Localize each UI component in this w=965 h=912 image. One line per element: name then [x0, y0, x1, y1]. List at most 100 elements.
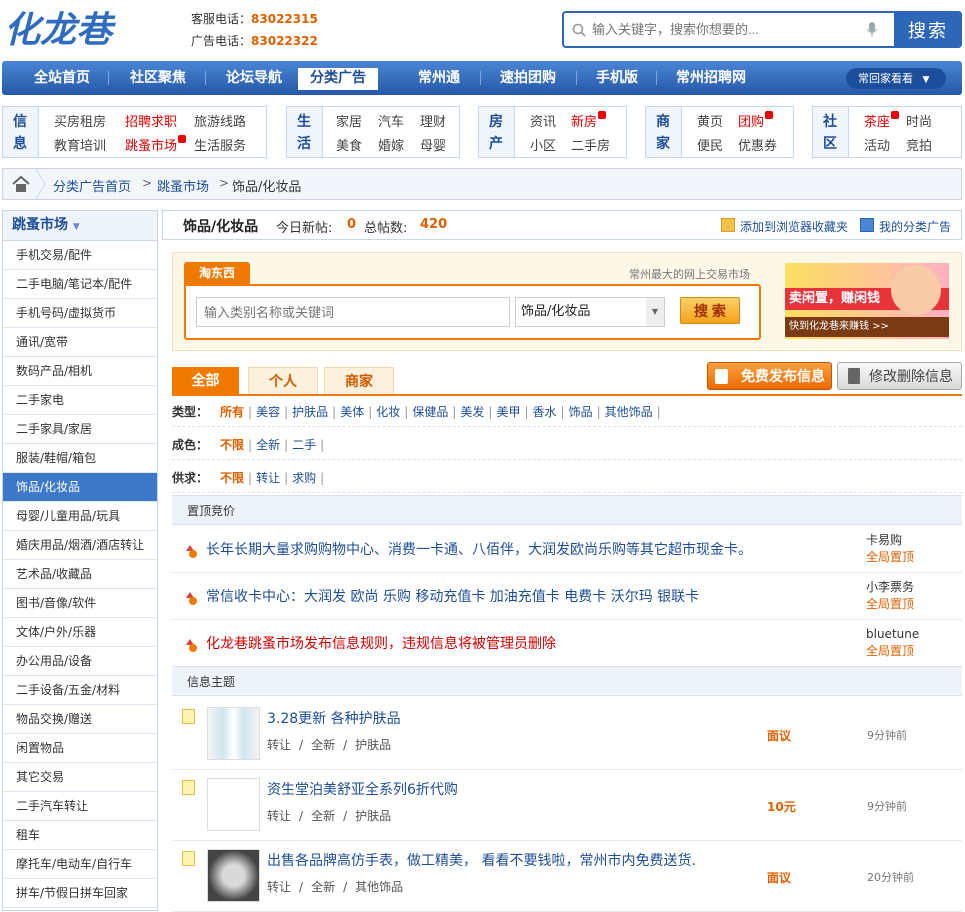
breadcrumb-flea-market[interactable]: 跳蚤市场	[157, 176, 209, 195]
link-home[interactable]: 家居	[336, 111, 362, 130]
sidebar-item[interactable]: 物品交换/赠送	[3, 705, 157, 734]
nav-classified[interactable]: 分类广告	[298, 68, 378, 90]
pinned-user-name[interactable]: 卡易购	[866, 532, 914, 549]
link-group-buy[interactable]: 团购	[738, 111, 774, 130]
pinned-user-name[interactable]: bluetune	[866, 626, 919, 643]
filter-option[interactable]: 美容	[256, 405, 280, 419]
link-second-house[interactable]: 二手房	[571, 135, 610, 154]
filter-option[interactable]: 香水	[533, 405, 557, 419]
promo-banner[interactable]: 卖闲置，赚闲钱 快到化龙巷来赚钱 >>	[785, 263, 949, 339]
filter-option[interactable]: 全新	[256, 438, 280, 452]
search-input[interactable]	[570, 16, 890, 43]
link-travel[interactable]: 旅游线路	[194, 111, 246, 130]
link-events[interactable]: 活动	[864, 135, 890, 154]
keyword-input[interactable]	[196, 297, 510, 327]
item-title-link[interactable]: 资生堂泊美舒亚全系列6折代购	[267, 779, 458, 799]
link-jobs[interactable]: 招聘求职	[125, 111, 177, 130]
sidebar-item[interactable]: 摩托车/电动车/自行车	[3, 850, 157, 879]
category-select[interactable]: 饰品/化妆品 ▼	[515, 297, 665, 327]
sidebar-item[interactable]: 拼车/节假日拼车回家	[3, 879, 157, 908]
pinned-row[interactable]: 常信收卡中心：大润发 欧尚 乐购 移动充值卡 加油充值卡 电费卡 沃尔玛 银联卡…	[172, 573, 962, 620]
link-wedding[interactable]: 婚嫁	[378, 135, 404, 154]
site-logo[interactable]: 化龙巷	[4, 8, 164, 51]
filter-option[interactable]: 保健品	[412, 405, 448, 419]
bookmark-link[interactable]: 添加到浏览器收藏夹	[740, 218, 848, 235]
sidebar-item[interactable]: 母婴/儿童用品/玩具	[3, 502, 157, 531]
link-new-house[interactable]: 新房	[571, 111, 607, 130]
list-item[interactable]: 3.28更新 各种护肤品 转让 / 全新 / 护肤品 面议 9分钟前	[172, 699, 962, 770]
nav-changzhoutong[interactable]: 常州通	[418, 68, 460, 90]
sidebar-item[interactable]: 艺术品/收藏品	[3, 560, 157, 589]
filter-option[interactable]: 不限	[220, 438, 244, 452]
promo-tab[interactable]: 淘东西	[184, 262, 250, 284]
filter-option[interactable]: 护肤品	[292, 405, 328, 419]
search-button[interactable]: 搜索	[894, 11, 962, 48]
sidebar-item[interactable]: 租车	[3, 821, 157, 850]
link-convenience[interactable]: 便民	[697, 135, 723, 154]
pinned-row[interactable]: 长年长期大量求购购物中心、消费一卡通、八佰伴，大润发欧尚乐购等其它超市现金卡。 卡…	[172, 526, 962, 573]
item-title-link[interactable]: 3.28更新 各种护肤品	[267, 708, 401, 728]
filter-option[interactable]: 转让	[256, 471, 280, 485]
sidebar-item[interactable]: 文体/户外/乐器	[3, 618, 157, 647]
link-housing[interactable]: 买房租房	[54, 111, 106, 130]
nav-mobile[interactable]: 手机版	[596, 68, 638, 90]
city-dropdown[interactable]: 常回家看看 ▼	[846, 68, 946, 89]
promo-search-button[interactable]: 搜 索	[680, 297, 740, 324]
sidebar-item[interactable]: 二手家电	[3, 386, 157, 415]
sidebar-item[interactable]: 二手汽车转让	[3, 792, 157, 821]
sidebar-item[interactable]: 二手家具/家居	[3, 415, 157, 444]
list-item[interactable]: 资生堂泊美舒亚全系列6折代购 转让 / 全新 / 护肤品 10元 9分钟前	[172, 770, 962, 841]
pinned-row[interactable]: 化龙巷跳蚤市场发布信息规则，违规信息将被管理员删除 bluetune 全局置顶	[172, 620, 962, 667]
sidebar-item[interactable]: 二手设备/五金/材料	[3, 676, 157, 705]
link-baby[interactable]: 母婴	[420, 135, 446, 154]
filter-option[interactable]: 美甲	[496, 405, 520, 419]
item-thumbnail[interactable]	[207, 778, 260, 831]
filter-option[interactable]: 其他饰品	[605, 405, 653, 419]
filter-option[interactable]: 美体	[340, 405, 364, 419]
item-title-link[interactable]: 出售各品牌高仿手表，做工精美， 看看不要钱啦，常州市内免费送货.	[267, 850, 696, 870]
filter-option[interactable]: 求购	[292, 471, 316, 485]
sidebar-item[interactable]: 数码产品/相机	[3, 357, 157, 386]
link-finance[interactable]: 理财	[420, 111, 446, 130]
sidebar-item[interactable]: 服装/鞋帽/箱包	[3, 444, 157, 473]
pinned-title-link[interactable]: 化龙巷跳蚤市场发布信息规则，违规信息将被管理员删除	[206, 633, 556, 653]
sidebar-item[interactable]: 其它交易	[3, 763, 157, 792]
filter-option[interactable]: 饰品	[569, 405, 593, 419]
list-item[interactable]: 出售各品牌高仿手表，做工精美， 看看不要钱啦，常州市内免费送货. 转让 / 全新 / 其他…	[172, 841, 962, 912]
filter-option[interactable]: 二手	[292, 438, 316, 452]
link-fashion[interactable]: 时尚	[906, 111, 932, 130]
microphone-icon[interactable]	[866, 22, 878, 38]
link-yellow-pages[interactable]: 黄页	[697, 111, 723, 130]
link-flea-market[interactable]: 跳蚤市场	[125, 135, 187, 154]
sidebar-title[interactable]: 跳蚤市场 ▼	[3, 211, 157, 241]
publish-button[interactable]: 免费发布信息	[707, 362, 832, 390]
my-ads-link[interactable]: 我的分类广告	[879, 218, 951, 235]
link-coupon[interactable]: 优惠券	[738, 135, 777, 154]
sidebar-item[interactable]: 饰品/化妆品	[3, 473, 157, 502]
link-life-service[interactable]: 生活服务	[194, 135, 246, 154]
sidebar-item[interactable]: 图书/音像/软件	[3, 589, 157, 618]
sidebar-item[interactable]: 婚庆用品/烟酒/酒店转让	[3, 531, 157, 560]
tab-all[interactable]: 全部	[172, 367, 239, 395]
nav-jobs[interactable]: 常州招聘网	[676, 68, 746, 90]
sidebar-item[interactable]: 通讯/宽带	[3, 328, 157, 357]
pinned-title-link[interactable]: 长年长期大量求购购物中心、消费一卡通、八佰伴，大润发欧尚乐购等其它超市现金卡。	[206, 539, 752, 559]
filter-option[interactable]: 美发	[460, 405, 484, 419]
breadcrumb-classified[interactable]: 分类广告首页	[53, 176, 131, 195]
sidebar-item[interactable]: 办公用品/设备	[3, 647, 157, 676]
sidebar-item[interactable]: 手机交易/配件	[3, 241, 157, 270]
link-education[interactable]: 教育培训	[54, 135, 106, 154]
nav-community[interactable]: 社区聚焦	[130, 68, 186, 90]
link-community-area[interactable]: 小区	[530, 135, 556, 154]
filter-option[interactable]: 不限	[220, 471, 244, 485]
link-teahouse[interactable]: 茶座	[864, 111, 900, 130]
link-auction[interactable]: 竞拍	[906, 135, 932, 154]
home-icon[interactable]	[11, 175, 31, 193]
item-thumbnail[interactable]	[207, 849, 260, 902]
nav-forum[interactable]: 论坛导航	[226, 68, 282, 90]
filter-option[interactable]: 化妆	[376, 405, 400, 419]
nav-group-buy[interactable]: 速拍团购	[500, 68, 556, 90]
filter-option[interactable]: 所有	[220, 405, 244, 419]
item-thumbnail[interactable]	[207, 707, 260, 760]
sidebar-item[interactable]: 手机号码/虚拟货币	[3, 299, 157, 328]
